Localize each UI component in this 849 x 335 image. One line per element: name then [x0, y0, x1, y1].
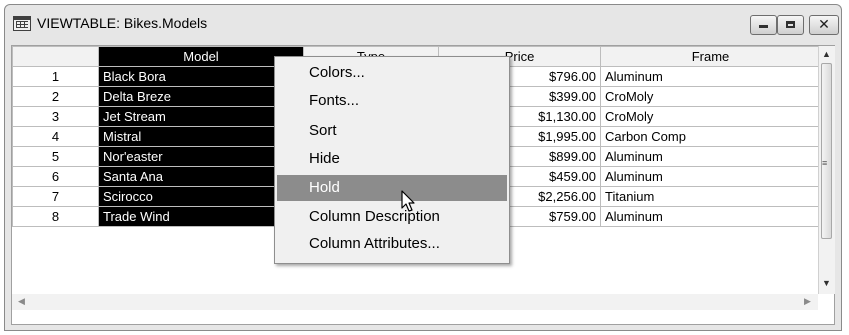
menu-item-sort[interactable]: Sort	[277, 118, 507, 144]
table-app-icon[interactable]	[13, 16, 31, 31]
column-header-model[interactable]: Model	[98, 46, 304, 67]
header-corner[interactable]	[12, 46, 99, 67]
menu-item-hold[interactable]: Hold	[277, 175, 507, 201]
maximize-button[interactable]	[777, 15, 804, 35]
menu-item-column-attributes[interactable]: Column Attributes...	[277, 231, 507, 257]
scroll-down-icon[interactable]: ▼	[822, 278, 831, 288]
scroll-right-icon[interactable]: ▶	[804, 296, 811, 307]
minimize-button[interactable]	[750, 15, 777, 35]
app-icon-bar	[14, 17, 30, 20]
column-context-menu: Colors... Fonts... Sort Hide Hold Column…	[274, 56, 510, 264]
cell-frame[interactable]: Titanium	[600, 186, 821, 207]
app-icon-grid	[16, 21, 28, 28]
cell-model[interactable]: Jet Stream	[98, 106, 304, 127]
cell-frame[interactable]: Aluminum	[600, 66, 821, 87]
horizontal-scrollbar[interactable]: ◀ ▶	[12, 294, 818, 310]
title-bar[interactable]: VIEWTABLE: Bikes.Models ✕	[5, 5, 841, 45]
cell-model[interactable]: Nor'easter	[98, 146, 304, 167]
maximize-icon	[786, 21, 795, 28]
vertical-scrollbar[interactable]: ▲ ≡ ▼	[818, 46, 835, 294]
close-button[interactable]: ✕	[809, 15, 839, 35]
cell-frame[interactable]: Aluminum	[600, 206, 821, 227]
cell-model[interactable]: Santa Ana	[98, 166, 304, 187]
row-number[interactable]: 5	[12, 146, 99, 167]
cell-model[interactable]: Delta Breze	[98, 86, 304, 107]
menu-item-colors[interactable]: Colors...	[277, 60, 507, 86]
cell-frame[interactable]: Aluminum	[600, 146, 821, 167]
mouse-pointer-icon	[401, 190, 415, 212]
minimize-icon	[759, 25, 768, 28]
row-number[interactable]: 3	[12, 106, 99, 127]
cell-frame[interactable]: Aluminum	[600, 166, 821, 187]
cell-model[interactable]: Trade Wind	[98, 206, 304, 227]
row-number[interactable]: 7	[12, 186, 99, 207]
menu-item-fonts[interactable]: Fonts...	[277, 88, 507, 114]
cell-frame[interactable]: CroMoly	[600, 86, 821, 107]
window-title: VIEWTABLE: Bikes.Models	[37, 15, 208, 31]
scroll-up-icon[interactable]: ▲	[822, 49, 831, 59]
scroll-grip-icon: ≡	[822, 158, 828, 168]
cell-model[interactable]: Black Bora	[98, 66, 304, 87]
scroll-left-icon[interactable]: ◀	[18, 296, 25, 307]
cell-model[interactable]: Scirocco	[98, 186, 304, 207]
cell-frame[interactable]: CroMoly	[600, 106, 821, 127]
close-icon: ✕	[818, 16, 830, 32]
row-number[interactable]: 1	[12, 66, 99, 87]
row-number[interactable]: 6	[12, 166, 99, 187]
vertical-scroll-thumb[interactable]	[821, 63, 832, 239]
row-number[interactable]: 4	[12, 126, 99, 147]
row-number[interactable]: 8	[12, 206, 99, 227]
cell-frame[interactable]: Carbon Comp	[600, 126, 821, 147]
menu-item-hide[interactable]: Hide	[277, 146, 507, 172]
column-header-frame[interactable]: Frame	[600, 46, 821, 67]
row-number[interactable]: 2	[12, 86, 99, 107]
cell-model[interactable]: Mistral	[98, 126, 304, 147]
menu-item-column-description[interactable]: Column Description	[277, 204, 507, 230]
